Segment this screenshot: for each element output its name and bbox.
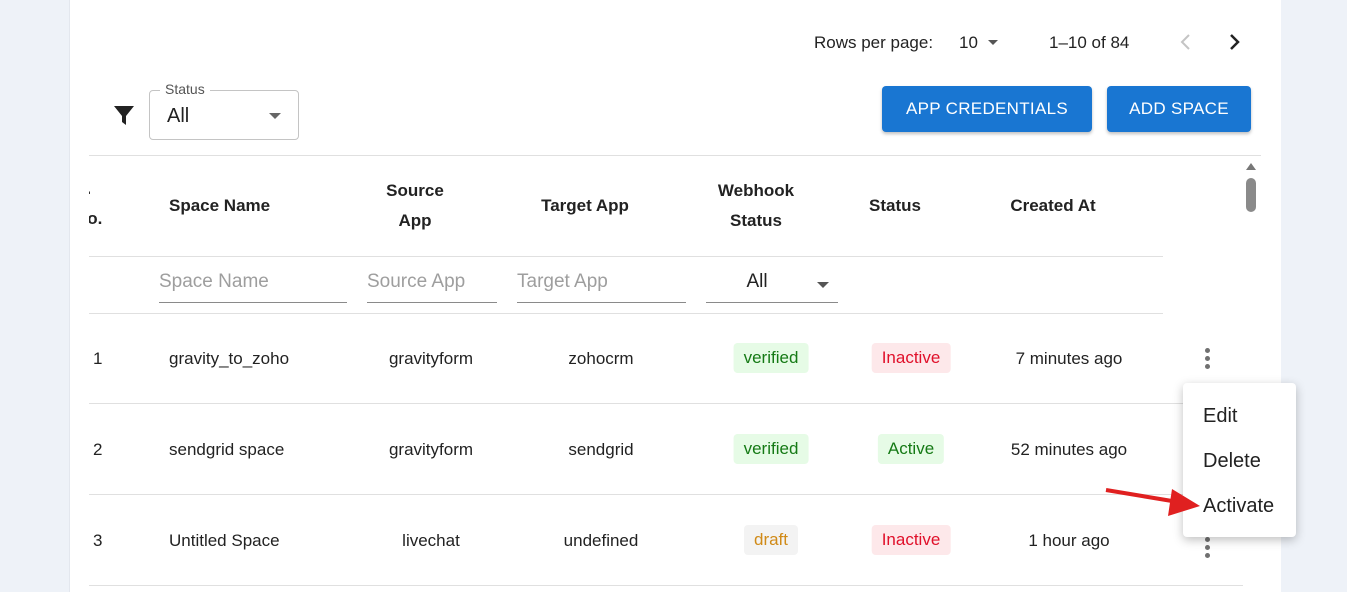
filter-icon: [114, 106, 134, 125]
webhook-status-badge: verified: [733, 343, 809, 373]
more-vert-icon[interactable]: [1205, 537, 1211, 561]
menu-item-edit[interactable]: Edit: [1203, 405, 1237, 428]
menu-item-activate[interactable]: Activate: [1203, 495, 1274, 518]
row-source-app: livechat: [402, 531, 460, 550]
divider: [89, 313, 1163, 314]
rows-per-page-label: Rows per page:: [814, 33, 934, 52]
table-scroll-area: S. No. Space Name Source App Target App We…: [89, 156, 1243, 592]
header-source-2: App: [398, 211, 432, 230]
divider: [89, 585, 1243, 586]
header-created-at[interactable]: Created At: [993, 191, 1113, 221]
caret-down-icon: [817, 282, 829, 294]
row-sno: 1: [93, 349, 103, 368]
header-status[interactable]: Status: [845, 191, 945, 221]
header-webhook-1: Webhook: [717, 181, 795, 200]
status-filter-label: Status: [160, 81, 210, 97]
app-credentials-button[interactable]: APP CREDENTIALS: [882, 86, 1092, 132]
rows-per-page-select[interactable]: 10: [959, 33, 1004, 53]
row-target-app: sendgrid: [568, 440, 634, 459]
row-source-app: gravityform: [388, 349, 474, 368]
more-vert-icon[interactable]: [1205, 348, 1211, 372]
scroll-up-arrow-icon[interactable]: [1246, 163, 1256, 170]
header-sno-1: S.: [89, 174, 105, 204]
chevron-right-icon[interactable]: [1224, 32, 1244, 52]
chevron-left-icon[interactable]: [1176, 32, 1196, 52]
webhook-filter-value: All: [746, 271, 768, 292]
divider: [89, 256, 1163, 257]
webhook-filter-select[interactable]: All: [706, 266, 838, 303]
row-sno: 3: [93, 531, 103, 550]
divider: [89, 494, 1243, 495]
row-space-name: Untitled Space: [169, 531, 280, 550]
status-badge: Inactive: [871, 343, 951, 373]
rows-per-page-value: 10: [959, 33, 978, 52]
row-space-name: gravity_to_zoho: [169, 349, 290, 368]
webhook-status-badge: draft: [743, 525, 799, 555]
space-name-filter-input[interactable]: Space Name: [159, 266, 347, 303]
divider: [89, 403, 1243, 404]
scrollbar-thumb[interactable]: [1246, 178, 1256, 212]
row-created-at: 1 hour ago: [1028, 531, 1110, 550]
add-space-button[interactable]: ADD SPACE: [1107, 86, 1251, 132]
source-app-filter-input[interactable]: Source App: [367, 266, 497, 303]
header-webhook-2: Status: [730, 211, 782, 230]
row-source-app: gravityform: [388, 440, 474, 459]
status-badge: Active: [877, 434, 945, 464]
caret-down-icon: [988, 40, 998, 50]
menu-item-delete[interactable]: Delete: [1203, 450, 1261, 473]
header-sno-2: No.: [89, 209, 103, 228]
row-sno: 2: [93, 440, 103, 459]
status-filter-select[interactable]: Status All: [149, 81, 299, 140]
header-target-app[interactable]: Target App: [520, 191, 650, 221]
target-app-filter-input[interactable]: Target App: [517, 266, 686, 303]
webhook-status-badge: verified: [733, 434, 809, 464]
header-source-1: Source: [386, 181, 444, 200]
caret-down-icon: [269, 113, 281, 125]
pagination-range: 1–10 of 84: [1049, 33, 1130, 52]
annotation-arrow-icon: [1105, 488, 1200, 516]
row-target-app: zohocrm: [568, 349, 634, 368]
row-target-app: undefined: [563, 531, 639, 550]
status-filter-value: All: [167, 105, 190, 127]
row-space-name: sendgrid space: [169, 440, 285, 459]
status-badge: Inactive: [871, 525, 951, 555]
row-created-at: 52 minutes ago: [1010, 440, 1128, 459]
row-created-at: 7 minutes ago: [1015, 349, 1123, 368]
header-space-name[interactable]: Space Name: [169, 191, 270, 221]
